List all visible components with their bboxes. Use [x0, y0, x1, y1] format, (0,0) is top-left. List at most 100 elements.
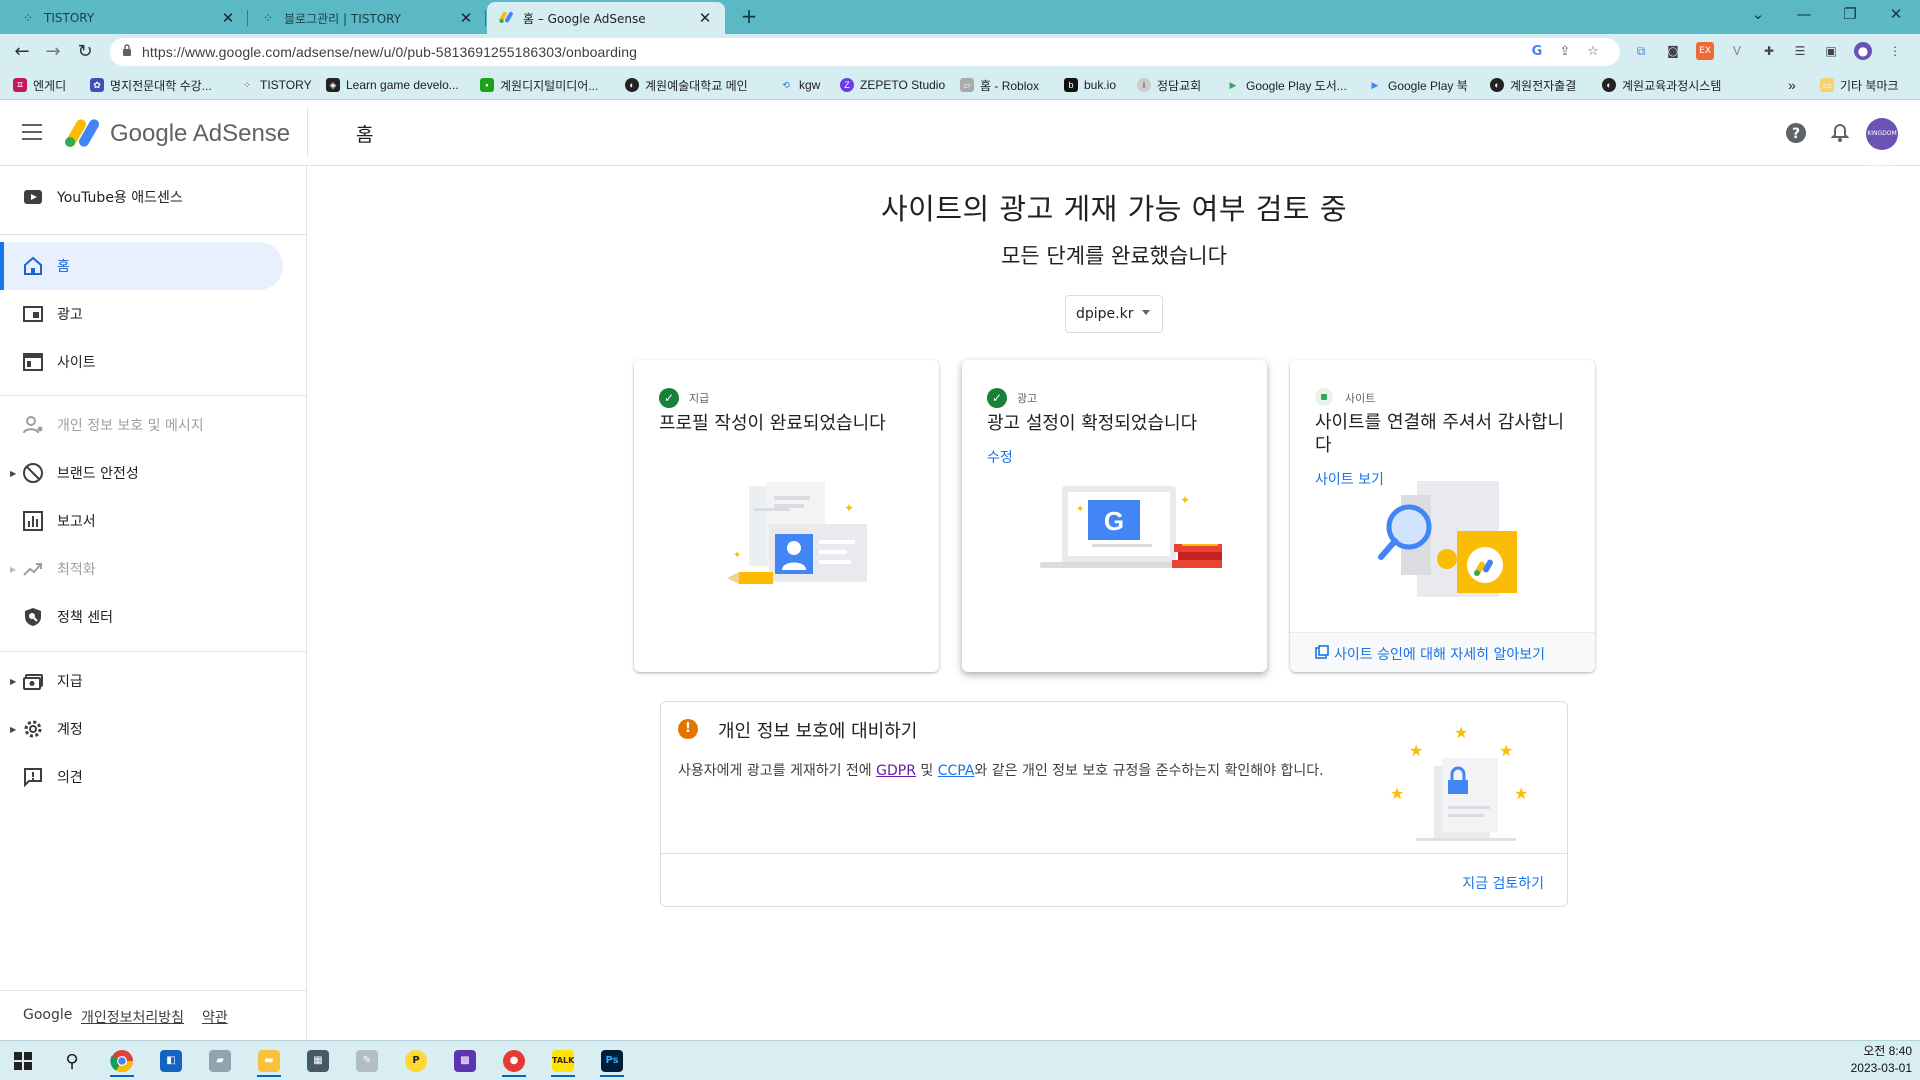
privacy-policy-link[interactable]: 개인정보처리방침	[81, 1007, 184, 1027]
sidebar-item-feedback[interactable]: 의견	[0, 753, 283, 801]
sidebar-item-policy-center[interactable]: 정책 센터	[0, 593, 283, 641]
expand-arrow-icon[interactable]: ▶	[10, 469, 16, 478]
tab-blog-admin[interactable]: ⁘ 블로그관리 | TISTORY ✕	[248, 2, 486, 34]
tab-adsense[interactable]: 홈 – Google AdSense ✕	[487, 2, 725, 34]
taskbar-app[interactable]: ◧	[151, 1045, 191, 1077]
bookmark-item[interactable]: ◐ 계원교육과정시스템	[1602, 75, 1721, 95]
taskbar-app[interactable]: ▩	[445, 1045, 485, 1077]
close-tab-icon[interactable]: ✕	[220, 9, 236, 27]
bookmark-item[interactable]: ⁘ TISTORY	[240, 75, 311, 95]
restore-button[interactable]: ❐	[1827, 0, 1873, 30]
tab-search-icon[interactable]: ⌄	[1735, 0, 1781, 30]
help-icon[interactable]: ?	[1785, 122, 1807, 144]
sidebar-item-ads[interactable]: 광고	[0, 290, 283, 338]
url-bar[interactable]: https://www.google.com/adsense/new/u/0/p…	[110, 38, 1620, 66]
bookmark-item[interactable]: ▱ 홈 - Roblox	[960, 75, 1039, 95]
camera-extension-icon[interactable]: ◙	[1664, 42, 1682, 60]
terms-link[interactable]: 약관	[202, 1007, 228, 1027]
translate-extension-icon[interactable]: ⧉	[1632, 42, 1650, 60]
bookmark-label: 기타 북마크	[1840, 78, 1899, 93]
share-icon[interactable]: ⇪	[1556, 43, 1574, 61]
taskbar-chrome[interactable]	[102, 1045, 142, 1077]
bookmark-favicon: b	[1064, 78, 1078, 92]
new-tab-button[interactable]: +	[737, 5, 761, 29]
ccpa-link[interactable]: CCPA	[938, 763, 975, 779]
menu-icon[interactable]	[22, 124, 42, 140]
lock-icon[interactable]	[122, 44, 132, 56]
sidebar-item-payments[interactable]: ▶ 지급	[0, 657, 283, 705]
bookmark-item[interactable]: ⟲ kgw	[779, 75, 820, 95]
bookmark-item[interactable]: ▶ Google Play 북	[1368, 75, 1468, 95]
minimize-button[interactable]: —	[1781, 0, 1827, 30]
folder-icon: ▬	[258, 1050, 280, 1072]
sidebar-item-reports[interactable]: 보고서	[0, 497, 283, 545]
close-tab-icon[interactable]: ✕	[458, 9, 474, 27]
close-window-button[interactable]: ✕	[1873, 0, 1919, 30]
site-status-icon	[1315, 388, 1333, 406]
bookmark-item[interactable]: ◐ 계원예술대학교 메인	[625, 75, 748, 95]
sidebar-item-privacy-messages[interactable]: 개인 정보 보호 및 메시지	[0, 401, 283, 449]
close-tab-icon[interactable]: ✕	[697, 9, 713, 27]
side-panel-icon[interactable]: ▣	[1822, 42, 1840, 60]
adsense-logo-icon[interactable]	[64, 118, 100, 148]
more-bookmarks-button[interactable]: »	[1788, 75, 1796, 95]
notifications-bell-icon[interactable]	[1829, 122, 1851, 144]
reading-list-icon[interactable]: ☰	[1791, 42, 1809, 60]
back-icon[interactable]: ←	[10, 40, 34, 64]
forward-icon[interactable]: →	[41, 40, 65, 64]
taskbar-app[interactable]: ●	[494, 1045, 534, 1077]
bookmark-item[interactable]: ▶ Google Play 도서...	[1226, 75, 1347, 95]
reload-icon[interactable]: ↻	[73, 40, 97, 64]
extension-icon[interactable]: EX	[1696, 42, 1714, 60]
expand-arrow-icon[interactable]: ▶	[10, 725, 16, 734]
bookmark-item[interactable]: ◈ Learn game develo...	[326, 75, 459, 95]
other-bookmarks-folder[interactable]: ▭ 기타 북마크	[1820, 75, 1899, 95]
taskbar-app[interactable]: ▰	[200, 1045, 240, 1077]
sidebar-item-sites[interactable]: 사이트	[0, 338, 283, 386]
bookmark-item[interactable]: ▪ 계원디지털미디어...	[480, 75, 598, 95]
learn-more-footer[interactable]: 사이트 승인에 대해 자세히 알아보기	[1290, 632, 1595, 672]
bookmark-item[interactable]: i 정담교회	[1137, 75, 1201, 95]
bookmark-item[interactable]: ◐ 계원전자출결	[1490, 75, 1576, 95]
bookmark-item[interactable]: b buk.io	[1064, 75, 1116, 95]
site-selector-dropdown[interactable]: dpipe.kr	[1065, 295, 1163, 333]
bookmark-item[interactable]: ㅍ 엔게디	[13, 75, 66, 95]
edit-ads-link[interactable]: 수정	[987, 447, 1013, 467]
sidebar-item-label: 의견	[57, 770, 83, 786]
taskbar-paint[interactable]: ✎	[347, 1045, 387, 1077]
taskbar-app[interactable]: P	[396, 1045, 436, 1077]
sidebar-item-home[interactable]: 홈	[0, 242, 283, 290]
taskbar-photoshop[interactable]: Ps	[592, 1045, 632, 1077]
google-translate-icon[interactable]: G	[1528, 43, 1546, 61]
bookmark-star-icon[interactable]: ☆	[1584, 43, 1602, 61]
sidebar-item-account[interactable]: ▶ 계정	[0, 705, 283, 753]
chrome-menu-icon[interactable]: ⋮	[1886, 42, 1904, 60]
bookmark-label: 계원교육과정시스템	[1622, 78, 1722, 93]
tistory-icon: ⁘	[262, 11, 274, 25]
taskbar-file-explorer[interactable]: ▬	[249, 1045, 289, 1077]
url-text[interactable]: https://www.google.com/adsense/new/u/0/p…	[142, 44, 637, 60]
tab-tistory[interactable]: ⁘ TISTORY ✕	[8, 2, 248, 34]
sidebar-item-youtube[interactable]: YouTube용 애드센스	[0, 173, 283, 221]
expand-arrow-icon[interactable]: ▶	[10, 677, 16, 686]
account-avatar[interactable]: KINGDOM CAMPUS	[1866, 118, 1898, 169]
taskbar-calculator[interactable]: ▦	[298, 1045, 338, 1077]
bookmark-label: 홈 - Roblox	[980, 78, 1040, 93]
profile-avatar-icon[interactable]: ●	[1854, 42, 1872, 60]
learn-more-link[interactable]: 사이트 승인에 대해 자세히 알아보기	[1334, 644, 1545, 664]
bookmark-item[interactable]: Z ZEPETO Studio	[840, 75, 945, 95]
gdpr-link[interactable]: GDPR	[876, 763, 916, 779]
windows-start-button[interactable]	[3, 1045, 43, 1077]
system-clock[interactable]: 오전 8:40 2023-03-01	[1851, 1043, 1912, 1077]
search-icon[interactable]: ⚲	[52, 1045, 92, 1077]
review-now-link[interactable]: 지금 검토하기	[1462, 873, 1544, 893]
vpn-extension-icon[interactable]: V	[1728, 42, 1746, 60]
windows-logo-icon	[14, 1052, 32, 1070]
extensions-puzzle-icon[interactable]: ✚	[1760, 42, 1778, 60]
expand-arrow-icon[interactable]: ▶	[10, 565, 16, 574]
bookmark-item[interactable]: ✿ 명지전문대학 수강...	[90, 75, 212, 95]
sidebar-item-brand-safety[interactable]: ▶ 브랜드 안전성	[0, 449, 283, 497]
bookmark-label: 계원전자출결	[1510, 78, 1577, 93]
sidebar-item-optimization[interactable]: ▶ 최적화	[0, 545, 283, 593]
taskbar-kakaotalk[interactable]: TALK	[543, 1045, 583, 1077]
